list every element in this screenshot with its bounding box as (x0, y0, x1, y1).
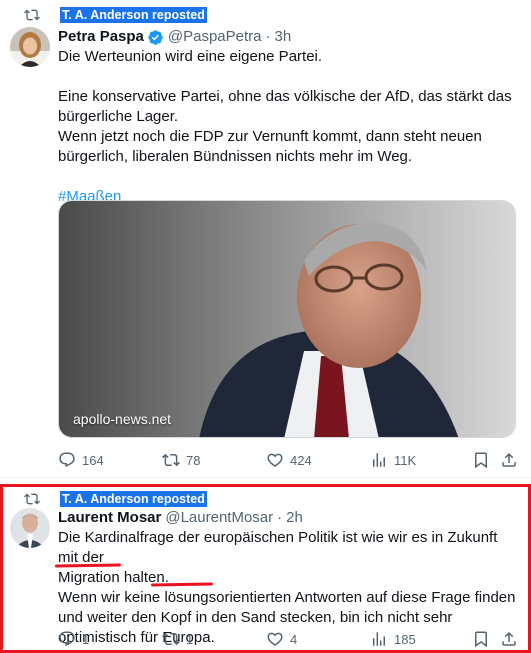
repost-label[interactable]: T. A. Anderson reposted (60, 491, 207, 507)
repost-label[interactable]: T. A. Anderson reposted (60, 7, 207, 23)
repost-button[interactable]: 78 (162, 451, 200, 469)
like-button[interactable]: 424 (266, 451, 312, 469)
repost-icon (24, 493, 40, 505)
tweet-media-photo[interactable]: apollo-news.net (58, 200, 516, 438)
repost-icon (162, 453, 180, 467)
verified-badge-icon (147, 29, 164, 46)
timestamp[interactable]: 2h (286, 508, 303, 528)
tweet-text-segment: Die Kardinalfrage der europäischen Polit… (58, 529, 498, 566)
tweet-line: Migration halten. (58, 568, 518, 588)
reply-button[interactable]: 1 (58, 630, 89, 648)
reply-button[interactable]: 164 (58, 451, 104, 469)
share-icon (502, 452, 516, 467)
media-caption: apollo-news.net (73, 411, 172, 427)
repost-count: 1 (186, 631, 194, 647)
repost-icon (24, 9, 40, 21)
repost-indicator: T. A. Anderson reposted (24, 489, 207, 509)
author-handle[interactable]: @LaurentMosar (165, 508, 273, 528)
views-button[interactable]: 11K (370, 451, 416, 469)
tweet-line: Eine konservative Partei, ohne das völki… (58, 88, 512, 125)
share-button[interactable] (500, 630, 518, 648)
like-count: 4 (290, 631, 298, 647)
separator: · (265, 28, 271, 45)
action-bar: 1 1 4 185 (58, 629, 516, 649)
tweet-line: Die Werteunion wird eine eigene Partei. (58, 48, 323, 65)
highlighted-word-loesungs: lösungs (164, 589, 217, 606)
reply-count: 1 (82, 631, 90, 647)
like-button[interactable]: 4 (266, 630, 297, 648)
share-icon (502, 631, 516, 646)
avatar[interactable] (10, 508, 50, 548)
repost-count: 78 (186, 452, 201, 468)
reply-icon (59, 631, 75, 647)
author-handle[interactable]: @PaspaPetra (168, 27, 262, 47)
tweet-text-segment: Wenn wir keine (58, 589, 165, 606)
repost-icon (162, 632, 180, 646)
share-button[interactable] (500, 451, 518, 469)
avatar[interactable] (10, 27, 50, 67)
views-count: 185 (394, 631, 416, 647)
tweet-line: Die Kardinalfrage der europäischen Polit… (58, 528, 518, 568)
author-name[interactable]: Laurent Mosar (58, 508, 161, 528)
repost-indicator: T. A. Anderson reposted (24, 5, 207, 25)
tweet-text: Die Werteunion wird eine eigene Partei. … (58, 47, 519, 207)
bookmark-icon (475, 452, 487, 469)
reply-count: 164 (82, 452, 104, 468)
author-name[interactable]: Petra Paspa (58, 27, 144, 47)
like-count: 424 (290, 452, 312, 468)
bookmark-icon (475, 631, 487, 648)
action-bar: 164 78 424 11K (58, 450, 519, 470)
views-button[interactable]: 185 (370, 630, 416, 648)
repost-button[interactable]: 1 (162, 630, 193, 648)
separator: · (277, 509, 283, 526)
tweet-line: Wenn jetzt noch die FDP zur Vernunft kom… (58, 128, 482, 165)
views-count: 11K (394, 452, 417, 468)
highlighted-word-migration: Migration (58, 569, 120, 586)
reply-icon (59, 452, 75, 468)
bookmark-button[interactable] (472, 630, 490, 648)
timestamp[interactable]: 3h (275, 27, 292, 47)
tweet-petra-paspa[interactable]: T. A. Anderson reposted Petra Paspa @Pas… (0, 0, 531, 478)
views-icon (373, 453, 385, 467)
tweet-laurent-mosar[interactable]: T. A. Anderson reposted Laurent Mosar @L… (0, 484, 531, 653)
like-icon (267, 632, 283, 646)
bookmark-button[interactable] (472, 451, 490, 469)
like-icon (267, 453, 283, 467)
views-icon (373, 632, 385, 646)
